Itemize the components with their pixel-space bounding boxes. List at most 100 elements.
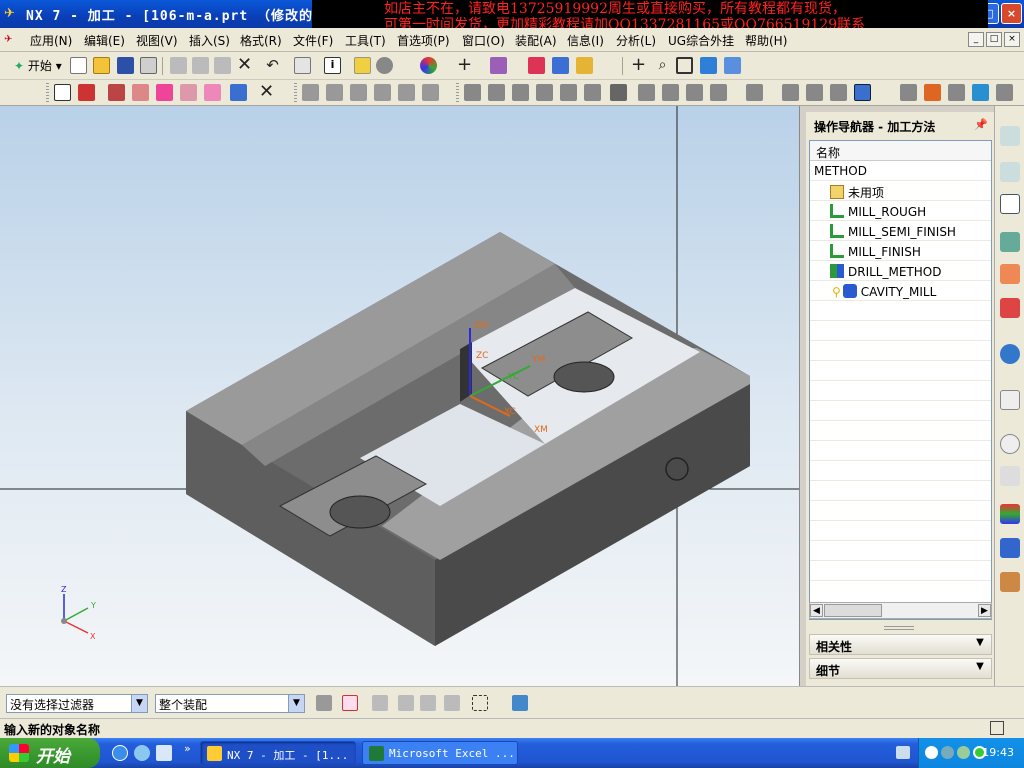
menu-format[interactable]: 格式(R) [240, 32, 282, 49]
undo-icon[interactable]: ↶ [264, 57, 281, 74]
tree-node-mill-rough[interactable]: MILL_ROUGH [810, 201, 991, 221]
copy-object-icon[interactable] [350, 84, 367, 101]
select-feature-icon[interactable] [372, 695, 388, 711]
menu-file[interactable]: 文件(F) [293, 32, 333, 49]
cut-object-icon[interactable] [326, 84, 343, 101]
create-geometry-icon[interactable] [108, 84, 125, 101]
menu-help[interactable]: 帮助(H) [745, 32, 787, 49]
tree-node-drill-method[interactable]: DRILL_METHOD [810, 261, 991, 281]
tool-path-icon[interactable] [710, 84, 727, 101]
menu-edit[interactable]: 编辑(E) [84, 32, 125, 49]
quick-launch-more-icon[interactable]: » [184, 742, 191, 755]
geometry-view-icon[interactable] [512, 84, 529, 101]
cylinder-icon[interactable] [724, 57, 741, 74]
tree-node-cavity-mill[interactable]: ⚲ CAVITY_MILL [810, 281, 991, 301]
edit-object-icon[interactable] [302, 84, 319, 101]
zoom-icon[interactable] [830, 84, 847, 101]
tree-node-method-root[interactable]: METHOD [810, 161, 991, 181]
replay-toolpath-icon[interactable] [204, 84, 221, 101]
rectangle-select-icon[interactable] [472, 695, 488, 711]
taskbar-item-excel[interactable]: Microsoft Excel ... [362, 741, 518, 765]
shop-doc-icon[interactable] [584, 84, 601, 101]
reuse-library-icon[interactable] [1000, 232, 1020, 252]
doc-minimize-button[interactable]: _ [968, 32, 984, 47]
role-icon[interactable] [1000, 538, 1020, 558]
select-body-icon[interactable] [398, 695, 414, 711]
nx-menu-icon[interactable]: ✈ [4, 34, 12, 45]
view-icon[interactable] [782, 84, 799, 101]
menu-ug-plugins[interactable]: UG综合外挂 [668, 32, 734, 49]
drafting-icon[interactable] [972, 84, 989, 101]
orient-icon[interactable] [900, 84, 917, 101]
delete-object-icon[interactable] [398, 84, 415, 101]
close-button[interactable]: × [1001, 3, 1022, 24]
type-filter-dropdown[interactable]: 没有选择过滤器 ▼ [6, 694, 148, 713]
new-file-icon[interactable] [70, 57, 87, 74]
paste-object-icon[interactable] [374, 84, 391, 101]
layout-icon[interactable] [746, 84, 763, 101]
color-palette-icon[interactable] [1000, 504, 1020, 524]
tree-node-mill-finish[interactable]: MILL_FINISH [810, 241, 991, 261]
select-all-icon[interactable] [512, 695, 528, 711]
machine-navigator-icon[interactable] [1000, 264, 1020, 284]
menu-insert[interactable]: 插入(S) [189, 32, 230, 49]
tree-node-mill-semi-finish[interactable]: MILL_SEMI_FINISH [810, 221, 991, 241]
menu-window[interactable]: 窗口(O) [462, 32, 505, 49]
feed-icon[interactable] [638, 84, 655, 101]
camera-icon[interactable] [948, 84, 965, 101]
assembly-navigator-icon[interactable] [1000, 126, 1020, 146]
menu-tools[interactable]: 工具(T) [345, 32, 386, 49]
graphics-window[interactable]: ZM ZC YM YC XC XM Z Y X [0, 106, 800, 686]
cut-icon[interactable] [170, 57, 187, 74]
splitter-handle[interactable] [884, 626, 914, 630]
transform-icon[interactable] [610, 84, 627, 101]
process-studio-icon[interactable] [1000, 298, 1020, 318]
copy-icon[interactable] [192, 57, 209, 74]
datum-point-icon[interactable]: + [630, 56, 647, 74]
menu-application[interactable]: 应用(N) [30, 32, 72, 49]
scroll-right-icon[interactable]: ▶ [978, 604, 991, 617]
machine-tool-view-icon[interactable] [488, 84, 505, 101]
create-operation-icon[interactable] [156, 84, 173, 101]
selection-scope-dropdown[interactable]: 整个装配 ▼ [155, 694, 305, 713]
nx-app-icon[interactable]: ✈ [4, 6, 15, 21]
chevron-down-icon[interactable]: ▼ [131, 695, 147, 712]
program-order-view-icon[interactable] [464, 84, 481, 101]
non-cutting-moves-icon[interactable] [686, 84, 703, 101]
select-face-icon[interactable] [420, 695, 436, 711]
render-icon[interactable] [924, 84, 941, 101]
tray-volume-icon[interactable] [957, 746, 970, 759]
operation-navigator-tab-icon[interactable] [1000, 194, 1020, 214]
part-navigator-tab-icon[interactable] [1000, 162, 1020, 182]
tree-node-unused[interactable]: 未用项 [810, 181, 991, 201]
menu-preferences[interactable]: 首选项(P) [397, 32, 450, 49]
paste-icon[interactable] [214, 57, 231, 74]
block-icon[interactable] [700, 57, 717, 74]
cutting-params-icon[interactable] [662, 84, 679, 101]
section-details[interactable]: 细节 ▼ [809, 658, 992, 679]
generate-toolpath-icon[interactable] [180, 84, 197, 101]
save-icon[interactable] [117, 57, 134, 74]
shading-icon[interactable] [420, 57, 437, 74]
column-header-name[interactable]: 名称 [810, 141, 991, 161]
tray-network-icon[interactable] [941, 746, 954, 759]
delete-operation-icon[interactable]: ✕ [258, 83, 275, 101]
start-menu-button[interactable]: ✦ 开始 ▾ [14, 57, 62, 74]
verify-icon[interactable] [230, 84, 247, 101]
display-object-icon[interactable] [422, 84, 439, 101]
display-icon[interactable] [576, 57, 593, 74]
clock[interactable]: 19:43 [982, 746, 1014, 759]
menu-analysis[interactable]: 分析(L) [616, 32, 656, 49]
menu-assemblies[interactable]: 装配(A) [515, 32, 557, 49]
chevron-down-icon[interactable]: ▼ [973, 637, 987, 651]
doc-close-button[interactable]: × [1004, 32, 1020, 47]
selection-icon[interactable] [854, 84, 871, 101]
scroll-left-icon[interactable]: ◀ [810, 604, 823, 617]
create-method-icon[interactable] [132, 84, 149, 101]
pin-icon[interactable]: 📌 [974, 118, 988, 131]
quick-launch-icon[interactable] [134, 745, 150, 761]
create-tool-icon[interactable] [78, 84, 95, 101]
windows-start-button[interactable]: 开始 [0, 738, 100, 768]
web-browser-icon[interactable] [1000, 344, 1020, 364]
user-roles-icon[interactable] [1000, 572, 1020, 592]
